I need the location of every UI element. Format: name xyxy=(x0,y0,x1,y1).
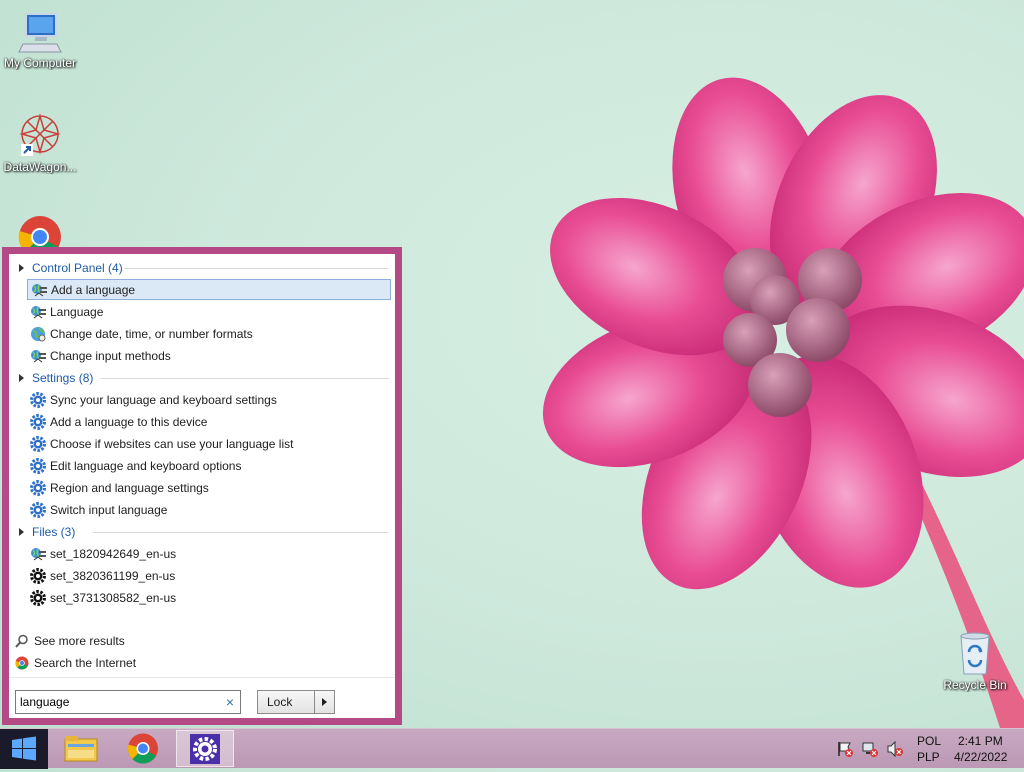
see-more-label: See more results xyxy=(34,634,125,648)
result-label: Change input methods xyxy=(50,348,171,363)
search-box: × xyxy=(15,690,241,714)
start-button[interactable] xyxy=(0,729,48,769)
chrome-icon xyxy=(127,733,158,764)
power-options-arrow-button[interactable] xyxy=(315,690,335,714)
result-websites-language-list[interactable]: Choose if websites can use your language… xyxy=(27,433,391,454)
desktop-icon-label: Recycle Bin xyxy=(943,678,1007,692)
windows-logo-icon xyxy=(12,736,36,761)
search-internet-link[interactable]: Search the Internet xyxy=(15,653,136,673)
magnifier-icon xyxy=(15,634,28,648)
clock-time[interactable]: 2:41 PM xyxy=(958,734,1003,748)
file-gear-icon xyxy=(30,589,46,606)
lock-button-label: Lock xyxy=(267,695,293,709)
group-title: Files (3) xyxy=(32,525,76,539)
group-divider xyxy=(93,532,389,533)
result-label: Choose if websites can use your language… xyxy=(50,436,294,451)
computer-icon xyxy=(18,13,62,53)
gear-icon xyxy=(30,457,46,474)
group-divider xyxy=(124,268,389,269)
result-region-language-settings[interactable]: Region and language settings xyxy=(27,477,391,498)
gear-icon xyxy=(30,391,46,408)
chrome-icon xyxy=(18,216,61,248)
taskbar-settings[interactable] xyxy=(176,730,234,767)
result-label: Sync your language and keyboard settings xyxy=(50,392,277,407)
region-globe-icon xyxy=(31,326,46,341)
search-results-content: Control Panel (4) Add a language Languag… xyxy=(9,254,395,718)
gear-icon xyxy=(30,479,46,496)
result-language[interactable]: Language xyxy=(27,301,391,322)
group-header-settings[interactable]: Settings (8) xyxy=(19,369,389,387)
gear-icon xyxy=(190,734,220,764)
clock-date[interactable]: 4/22/2022 xyxy=(954,750,1007,764)
result-change-input-methods[interactable]: Change input methods xyxy=(27,345,391,366)
result-sync-language-keyboard[interactable]: Sync your language and keyboard settings xyxy=(27,389,391,410)
language-icon xyxy=(31,305,46,318)
desktop-icon-recycle-bin[interactable]: Recycle Bin xyxy=(935,630,1015,692)
result-file-3731308582[interactable]: set_3731308582_en-us xyxy=(27,587,391,608)
search-results-panel: Control Panel (4) Add a language Languag… xyxy=(2,247,402,725)
action-center-flag-icon[interactable] xyxy=(836,740,854,758)
chrome-icon xyxy=(15,656,29,670)
expand-arrow-icon xyxy=(19,374,24,382)
group-divider xyxy=(101,378,389,379)
result-label: Add a language xyxy=(51,282,136,297)
result-label: Edit language and keyboard options xyxy=(50,458,242,473)
lock-button[interactable]: Lock xyxy=(257,690,315,714)
result-label: Region and language settings xyxy=(50,480,209,495)
gear-icon xyxy=(30,413,46,430)
result-edit-language-keyboard[interactable]: Edit language and keyboard options xyxy=(27,455,391,476)
result-label: set_3731308582_en-us xyxy=(50,590,177,605)
group-header-control-panel[interactable]: Control Panel (4) xyxy=(19,259,389,277)
desktop-icon-label: My Computer xyxy=(3,56,77,70)
result-change-date-time-formats[interactable]: Change date, time, or number formats xyxy=(27,323,391,344)
panel-divider xyxy=(9,677,395,678)
datawagon-icon xyxy=(19,113,61,156)
result-label: Add a language to this device xyxy=(50,414,208,429)
search-internet-label: Search the Internet xyxy=(34,656,137,670)
desktop-icon-datawagon[interactable]: DataWagon... xyxy=(0,112,80,174)
desktop-icon-label: DataWagon... xyxy=(3,160,77,174)
result-label: Language xyxy=(50,304,104,319)
search-input[interactable] xyxy=(20,694,210,710)
network-icon[interactable] xyxy=(861,740,879,758)
taskbar: POL PLP 2:41 PM 4/22/2022 xyxy=(0,728,1024,769)
result-label: set_1820942649_en-us xyxy=(50,546,177,561)
result-file-3820361199[interactable]: set_3820361199_en-us xyxy=(27,565,391,586)
clear-search-icon[interactable]: × xyxy=(226,694,234,710)
result-switch-input-language[interactable]: Switch input language xyxy=(27,499,391,520)
language-icon xyxy=(32,283,47,296)
recycle-bin-icon xyxy=(960,632,990,675)
language-icon xyxy=(31,349,46,362)
group-title: Control Panel (4) xyxy=(32,261,123,275)
input-language-code[interactable]: POL xyxy=(917,734,941,748)
gear-icon xyxy=(30,435,46,452)
group-header-files[interactable]: Files (3) xyxy=(19,523,389,541)
result-label: Switch input language xyxy=(50,502,168,517)
group-title: Settings (8) xyxy=(32,371,94,385)
taskbar-file-explorer[interactable] xyxy=(52,730,110,767)
expand-arrow-icon xyxy=(19,528,24,536)
see-more-results-link[interactable]: See more results xyxy=(15,631,125,651)
result-label: Change date, time, or number formats xyxy=(50,326,253,341)
folder-icon xyxy=(64,736,98,762)
result-add-a-language[interactable]: Add a language xyxy=(27,279,391,300)
desktop-icon-chrome[interactable] xyxy=(0,214,80,248)
expand-arrow-icon xyxy=(19,264,24,272)
taskbar-chrome[interactable] xyxy=(114,730,172,767)
file-gear-icon xyxy=(30,567,46,584)
result-label: set_3820361199_en-us xyxy=(50,568,176,583)
language-icon xyxy=(31,547,46,560)
keyboard-layout-code[interactable]: PLP xyxy=(917,750,940,764)
result-file-1820942649[interactable]: set_1820942649_en-us xyxy=(27,543,391,564)
desktop-icon-my-computer[interactable]: My Computer xyxy=(0,10,80,70)
result-add-language-device[interactable]: Add a language to this device xyxy=(27,411,391,432)
gear-icon xyxy=(30,501,46,518)
volume-muted-icon[interactable] xyxy=(886,740,904,758)
